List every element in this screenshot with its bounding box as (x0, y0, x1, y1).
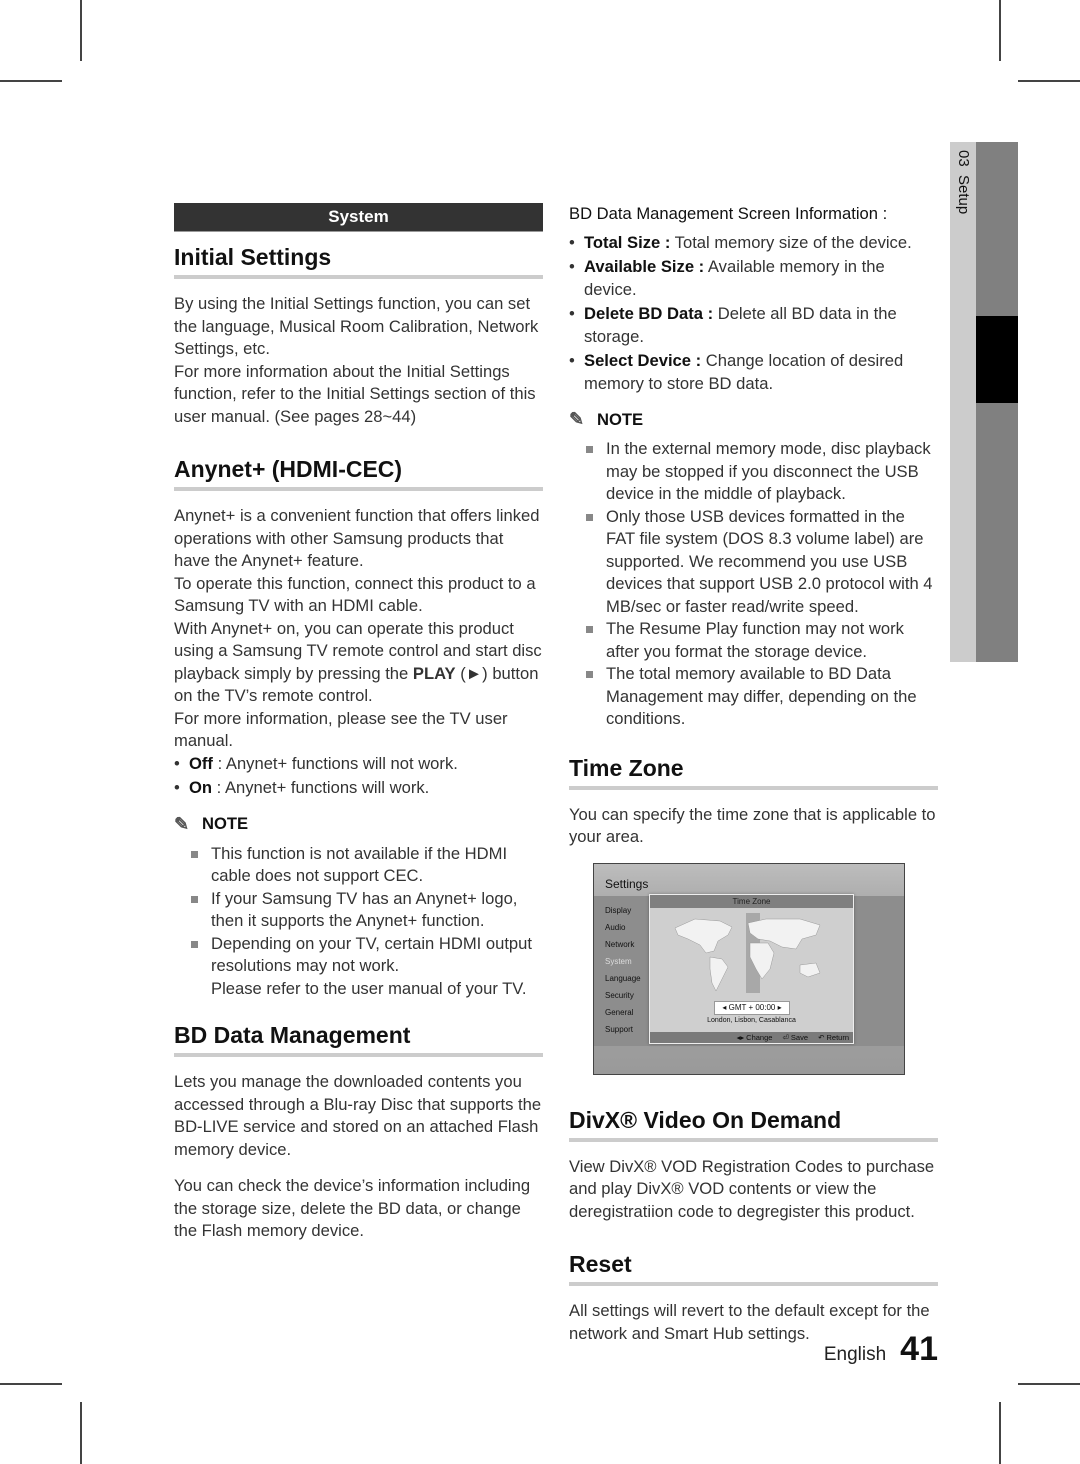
screen-menu-item: Language (605, 973, 641, 983)
reset-heading: Reset (569, 1249, 938, 1286)
crop-mark (80, 0, 82, 61)
note-header: ✎ NOTE (174, 814, 543, 835)
screen-menu-item: Support (605, 1024, 634, 1034)
list-item: Available Size : Available memory in the… (569, 256, 938, 301)
time-zone-popup: Time Zone ◂ GMT + 00:00 ▸ London, Lisbon… (649, 893, 854, 1044)
crop-mark (1018, 1383, 1080, 1385)
bullet-term: Delete BD Data : (584, 304, 714, 323)
crop-mark (0, 1383, 62, 1385)
right-column: BD Data Management Screen Information : … (569, 203, 938, 1345)
popup-footer: ◂▸ Change ⏎ Save ↶ Return (650, 1031, 853, 1043)
divx-heading: DivX® Video On Demand (569, 1105, 938, 1142)
play-label: PLAY (412, 663, 456, 683)
note-label: NOTE (597, 409, 644, 429)
note-extra: Please refer to the user manual of your … (211, 978, 527, 998)
bd-data-text: You can check the device’s information i… (174, 1176, 531, 1240)
note-item: If your Samsung TV has an Anynet+ logo, … (174, 888, 543, 933)
screen-menu-item-active: System (605, 956, 632, 966)
note-item: In the external memory mode, disc playba… (569, 438, 938, 506)
screen-menu-item: Audio (605, 922, 626, 932)
list-item: Off : Anynet+ functions will not work. (174, 753, 543, 776)
anynet-text: With Anynet+ on, you can operate this pr… (174, 618, 543, 708)
bullet-term: Total Size : (584, 232, 671, 252)
screen-menu-item: General (605, 1007, 634, 1017)
footer-language: English (823, 1344, 887, 1365)
save-hint: ⏎ Save (782, 1032, 809, 1042)
pencil-icon: ✎ (569, 409, 585, 429)
note-item: Only those USB devices formatted in the … (569, 506, 938, 619)
bd-data-heading: BD Data Management (174, 1020, 543, 1057)
city-list: London, Lisbon, Casablanca (707, 1016, 796, 1024)
bd-data-text: Lets you manage the downloaded contents … (174, 1072, 542, 1159)
popup-title: Time Zone (650, 894, 853, 908)
bullet-text: : Anynet+ functions will work. (212, 778, 430, 797)
pencil-icon: ✎ (174, 813, 190, 834)
bullet-text: : Anynet+ functions will not work. (212, 753, 458, 773)
time-zone-heading: Time Zone (569, 753, 938, 790)
page-footer: English 41 (824, 1330, 938, 1369)
screen-menu-item: Network (605, 939, 635, 949)
screen-menu-item: Security (605, 990, 634, 1000)
anynet-text: To operate this function, connect this p… (174, 573, 536, 616)
note-item: Depending on your TV, certain HDMI outpu… (174, 933, 543, 978)
bullet-term: Off (189, 753, 213, 773)
return-hint: ↶ Return (818, 1032, 849, 1042)
anynet-heading: Anynet+ (HDMI-CEC) (174, 454, 543, 491)
note-label: NOTE (202, 814, 249, 833)
divx-text: View DivX® VOD Registration Codes to pur… (569, 1156, 935, 1221)
chapter-label: Setup (955, 175, 972, 215)
list-item: Delete BD Data : Delete all BD data in t… (569, 303, 938, 348)
bullet-text: Total memory size of the device. (670, 232, 912, 252)
crop-mark (1018, 80, 1080, 82)
page-number: 41 (900, 1330, 938, 1368)
bullet-term: Available Size : (584, 257, 705, 276)
bullet-term: Select Device : (584, 351, 702, 370)
initial-settings-text: For more information about the Initial S… (174, 361, 536, 426)
gmt-value: GMT + 00:00 (728, 1002, 776, 1012)
crop-mark (0, 80, 62, 82)
change-hint: ◂▸ Change (736, 1032, 773, 1042)
list-item: Select Device : Change location of desir… (569, 350, 938, 395)
note-header: ✎ NOTE (569, 409, 938, 430)
chapter-number: 03 (955, 150, 972, 167)
crop-mark (999, 0, 1001, 61)
screen-menu-item: Display (605, 905, 632, 915)
list-item: Total Size : Total memory size of the de… (569, 232, 938, 255)
settings-screen-illustration: Settings Display Audio Network System La… (593, 862, 905, 1075)
list-item: On : Anynet+ functions will work. (174, 777, 543, 800)
bd-screen-info-title: BD Data Management Screen Information : (569, 204, 888, 223)
note-item: The total memory available to BD Data Ma… (569, 663, 938, 731)
section-bar: System (174, 203, 543, 232)
left-column: System Initial Settings By using the Ini… (174, 203, 543, 1243)
initial-settings-text: By using the Initial Settings function, … (174, 294, 539, 358)
crop-mark (999, 1402, 1001, 1464)
north-america (674, 918, 733, 953)
chapter-tab-label: 03 Setup (950, 142, 976, 302)
screen-menu: Display Audio Network System Language Se… (605, 902, 641, 1038)
crop-mark (80, 1402, 82, 1464)
note-item: This function is not available if the HD… (174, 843, 543, 888)
bullet-term: On (189, 778, 213, 797)
screen-title: Settings (605, 876, 649, 891)
note-item: The Resume Play function may not work af… (569, 618, 938, 663)
initial-settings-heading: Initial Settings (174, 242, 543, 279)
anynet-text: For more information, please see the TV … (174, 708, 508, 751)
south-america (709, 956, 729, 992)
time-zone-text: You can specify the time zone that is ap… (569, 804, 936, 847)
gmt-selector: ◂ GMT + 00:00 ▸ (714, 1000, 790, 1015)
chapter-tab-marker (976, 316, 1018, 403)
australia (799, 962, 821, 977)
world-map-icon (674, 912, 821, 993)
anynet-text: Anynet+ is a convenient function that of… (174, 506, 540, 570)
